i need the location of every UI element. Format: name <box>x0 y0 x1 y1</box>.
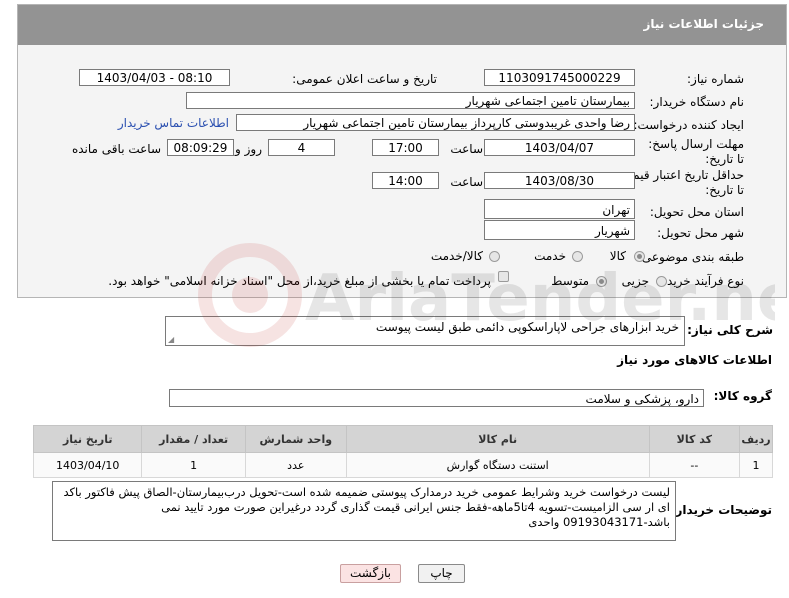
remaining-time-field: 08:09:29 <box>167 139 234 156</box>
delivery-province-field: تهران <box>484 199 635 219</box>
process-minor-radio[interactable] <box>656 276 667 287</box>
buyer-notes-field: لیست درخواست خرید وشرایط عمومی خرید درمد… <box>52 481 676 541</box>
category-goods-radio[interactable] <box>634 251 645 262</box>
category-goods-label: کالا <box>609 249 626 263</box>
print-button[interactable]: چاپ <box>418 564 465 583</box>
announce-datetime-field: 1403/04/03 - 08:10 <box>79 69 230 86</box>
process-medium-radio[interactable] <box>596 276 607 287</box>
reply-deadline-date-field: 1403/04/07 <box>484 139 635 156</box>
buyer-org-field: بیمارستان تامین اجتماعی شهریار <box>186 92 635 109</box>
goods-group-label: گروه کالا: <box>713 389 772 403</box>
requester-label: ایجاد کننده درخواست: <box>633 118 744 132</box>
cell-name: استنت دستگاه گوارش <box>345 452 650 478</box>
reply-deadline-label: مهلت ارسال پاسخ: تا تاریخ: <box>648 137 744 166</box>
table-header-row: ردیف کد کالا نام کالا واحد شمارش تعداد /… <box>32 425 773 453</box>
process-medium-label: متوسط <box>551 274 589 288</box>
col-header-code: کد کالا <box>648 425 741 453</box>
col-header-date: تاریخ نیاز <box>32 425 143 453</box>
category-goods-service-label: کالا/خدمت <box>430 249 483 263</box>
category-service-label: خدمت <box>534 249 566 263</box>
panel-header: جزئیات اطلاعات نیاز <box>18 5 786 45</box>
col-header-qty: تعداد / مقدار <box>141 425 246 453</box>
delivery-city-label: شهر محل تحویل: <box>657 226 744 240</box>
col-header-name: نام کالا <box>345 425 650 453</box>
panel-title: جزئیات اطلاعات نیاز <box>643 17 764 31</box>
cell-date: 1403/04/10 <box>32 452 143 478</box>
cell-unit: عدد <box>244 452 347 478</box>
buyer-contact-link[interactable]: اطلاعات تماس خریدار <box>118 116 229 130</box>
col-header-row-num: ردیف <box>739 425 773 453</box>
need-number-field: 1103091745000229 <box>484 69 635 86</box>
goods-table: ردیف کد کالا نام کالا واحد شمارش تعداد /… <box>32 425 773 478</box>
buyer-notes-text: لیست درخواست خرید وشرایط عمومی خرید درمد… <box>63 485 670 529</box>
resize-grip-icon[interactable]: ◢ <box>168 335 174 344</box>
reply-deadline-time-label: ساعت <box>450 142 483 156</box>
buyer-notes-label: توضیحات خریدار: <box>670 503 772 517</box>
description-text: خرید ابزارهای جراحی لاپاراسکوپی دائمی طب… <box>375 320 679 334</box>
table-row: 1 -- استنت دستگاه گوارش عدد 1 1403/04/10 <box>32 452 773 478</box>
need-number-label: شماره نیاز: <box>687 72 744 86</box>
goods-group-field: دارو، پزشکی و سلامت <box>169 389 704 407</box>
treasury-payment-checkbox[interactable] <box>498 271 509 282</box>
cell-qty: 1 <box>141 452 246 478</box>
col-header-unit: واحد شمارش <box>244 425 347 453</box>
back-button[interactable]: بازگشت <box>340 564 401 583</box>
process-type-label: نوع فرآیند خرید : <box>659 274 744 288</box>
days-label: روز و <box>235 142 262 156</box>
price-validity-date-field: 1403/08/30 <box>484 172 635 189</box>
description-field: خرید ابزارهای جراحی لاپاراسکوپی دائمی طب… <box>165 316 685 346</box>
reply-deadline-time-field: 17:00 <box>372 139 439 156</box>
treasury-payment-note: پرداخت تمام یا بخشی از مبلغ خرید،از محل … <box>108 274 491 288</box>
cell-row-num: 1 <box>739 452 773 478</box>
remaining-time-label: ساعت باقی مانده <box>71 142 161 156</box>
price-validity-time-field: 14:00 <box>372 172 439 189</box>
category-goods-service-radio[interactable] <box>489 251 500 262</box>
delivery-city-field: شهریار <box>484 220 635 240</box>
process-minor-label: جزیی <box>621 274 649 288</box>
description-label: شرح کلی نیاز: <box>687 323 773 337</box>
buyer-org-label: نام دستگاه خریدار: <box>649 95 745 109</box>
remaining-days-field: 4 <box>268 139 335 156</box>
price-validity-time-label: ساعت <box>450 175 483 189</box>
requester-field: رضا واحدی غریبدوستی کارپرداز بیمارستان ت… <box>236 114 635 131</box>
category-service-radio[interactable] <box>572 251 583 262</box>
delivery-province-label: استان محل تحویل: <box>649 205 744 219</box>
announce-datetime-label: تاریخ و ساعت اعلان عمومی: <box>292 72 437 86</box>
category-label: طبقه بندی موضوعی: <box>637 250 744 264</box>
goods-info-title: اطلاعات کالاهای مورد نیاز <box>617 353 772 367</box>
cell-code: -- <box>648 452 741 478</box>
